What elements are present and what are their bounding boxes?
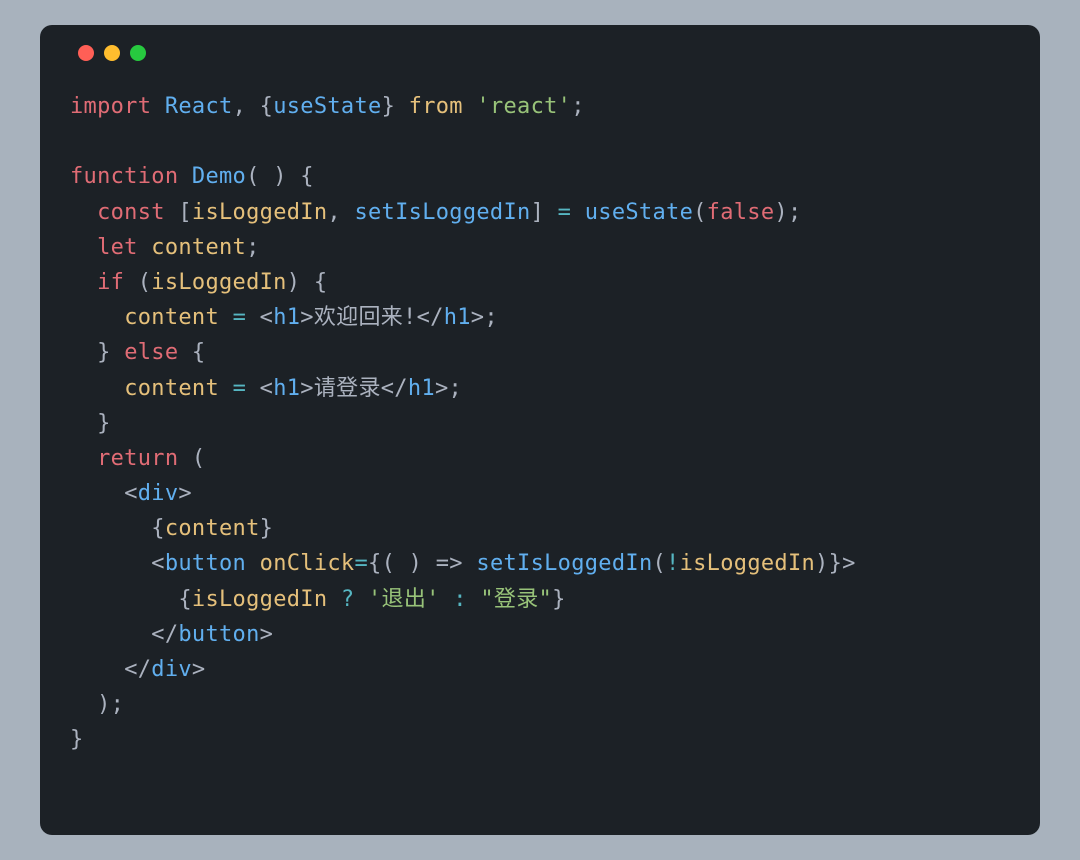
code-block: import React, {useState} from 'react'; f… — [70, 89, 1010, 758]
ident-usestate: useState — [273, 94, 381, 119]
kw-function: function — [70, 164, 178, 189]
close-icon[interactable] — [78, 45, 94, 61]
kw-import: import — [70, 94, 151, 119]
ident-react: React — [165, 94, 233, 119]
fn-name-demo: Demo — [192, 164, 246, 189]
string-react: 'react' — [476, 94, 571, 119]
jsx-text-welcome: 欢迎回来! — [314, 305, 417, 330]
code-window: import React, {useState} from 'react'; f… — [40, 25, 1040, 835]
maximize-icon[interactable] — [130, 45, 146, 61]
jsx-text-login: 请登录 — [314, 376, 381, 401]
minimize-icon[interactable] — [104, 45, 120, 61]
window-controls — [70, 45, 1010, 61]
